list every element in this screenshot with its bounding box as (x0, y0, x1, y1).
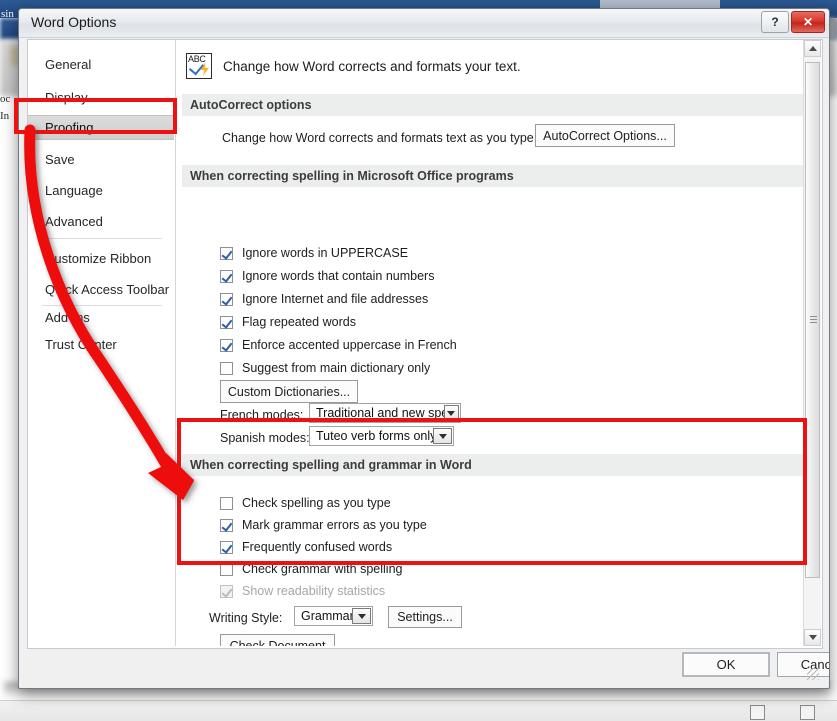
abc-spellcheck-icon: ABC (186, 53, 212, 79)
checkbox-row-mark-grammar[interactable]: Mark grammar errors as you type (220, 518, 427, 532)
checkbox-label-frequently-confused: Frequently confused words (242, 540, 393, 554)
sidebar-item-quick-access-toolbar[interactable]: Quick Access Toolbar (28, 277, 174, 302)
dialog-footer: OK Cancel (27, 649, 829, 681)
checkbox-label-main-dictionary: Suggest from main dictionary only (242, 361, 431, 375)
checkbox-main-dictionary[interactable] (220, 361, 233, 375)
checkbox-row-ignore-uppercase[interactable]: Ignore words in UPPERCASE (220, 246, 408, 260)
scrollbar-grip-icon (810, 316, 817, 324)
french-modes-value: Traditional and new spellings (316, 406, 444, 420)
nav-divider-1 (42, 238, 162, 239)
checkbox-label-mark-grammar: Mark grammar errors as you type (242, 518, 427, 532)
screenshot-root: sin oc In Word Options ? ✕ General Displ… (0, 0, 837, 721)
checkbox-label-ignore-numbers: Ignore words that contain numbers (242, 269, 435, 283)
checkbox-mark-grammar[interactable] (220, 518, 233, 532)
grammar-settings-button[interactable]: Settings... (388, 606, 462, 628)
sidebar-item-customize-ribbon[interactable]: Customize Ribbon (28, 246, 174, 271)
writing-style-dropdown[interactable]: Grammar (294, 606, 373, 626)
checkbox-ignore-uppercase[interactable] (220, 246, 233, 260)
chevron-down-icon[interactable] (433, 428, 452, 444)
checkbox-row-flag-repeated[interactable]: Flag repeated words (220, 315, 356, 329)
word-options-dialog: Word Options ? ✕ General Display Proofin… (18, 8, 830, 689)
pane-header-text: Change how Word corrects and formats you… (223, 58, 521, 74)
close-button[interactable]: ✕ (791, 11, 825, 33)
checkbox-frequently-confused[interactable] (220, 540, 233, 554)
cancel-button[interactable]: Cancel (777, 652, 829, 677)
background-side-text-2: oc (0, 93, 11, 105)
options-nav-pane: General Display Proofing Save Language A… (28, 40, 176, 646)
checkbox-label-flag-repeated: Flag repeated words (242, 315, 356, 329)
autocorrect-options-button-label: AutoCorrect Options... (543, 128, 667, 143)
sidebar-item-language[interactable]: Language (28, 178, 174, 203)
spanish-modes-dropdown[interactable]: Tuteo verb forms only (309, 426, 454, 446)
custom-dictionaries-button[interactable]: Custom Dictionaries... (220, 380, 358, 403)
scrollbar-thumb[interactable] (805, 62, 820, 578)
autocorrect-row-label: Change how Word corrects and formats tex… (222, 131, 538, 145)
section-band-autocorrect: AutoCorrect options (182, 94, 807, 116)
pane-header: ABC Change how Word corrects and formats… (186, 53, 521, 79)
sidebar-item-save[interactable]: Save (28, 147, 174, 172)
checkbox-row-check-grammar-spelling[interactable]: Check grammar with spelling (220, 562, 402, 576)
checkbox-ignore-numbers[interactable] (220, 269, 233, 283)
spanish-modes-label: Spanish modes: (220, 431, 310, 445)
help-button[interactable]: ? (761, 11, 789, 33)
background-side-text-1: sin (1, 8, 14, 20)
checkbox-readability-statistics (220, 584, 233, 598)
grammar-settings-button-label: Settings... (397, 610, 453, 624)
scroll-up-button[interactable] (804, 40, 821, 57)
checkbox-row-frequently-confused[interactable]: Frequently confused words (220, 540, 392, 554)
sidebar-item-trust-center[interactable]: Trust Center (28, 332, 174, 357)
sidebar-item-general[interactable]: General (28, 52, 174, 77)
proofing-options-pane: ABC Change how Word corrects and formats… (176, 40, 821, 646)
sidebar-item-add-ins[interactable]: Add-Ins (28, 305, 174, 330)
checkbox-row-main-dictionary[interactable]: Suggest from main dictionary only (220, 361, 430, 375)
checkbox-check-spelling-type[interactable] (220, 496, 233, 510)
checkbox-row-check-spelling-type[interactable]: Check spelling as you type (220, 496, 391, 510)
background-side-text-3: In (0, 110, 10, 122)
scroll-down-button[interactable] (804, 629, 821, 646)
french-modes-label: French modes: (220, 408, 304, 422)
resize-grip-icon[interactable] (807, 668, 819, 680)
writing-style-label: Writing Style: (209, 611, 283, 625)
dialog-title: Word Options (31, 14, 117, 30)
checkbox-flag-repeated[interactable] (220, 315, 233, 329)
sidebar-item-display[interactable]: Display (28, 85, 174, 110)
checkbox-row-ignore-internet[interactable]: Ignore Internet and file addresses (220, 292, 428, 306)
checkbox-label-readability-statistics: Show readability statistics (242, 584, 386, 598)
checkbox-label-check-spelling-type: Check spelling as you type (242, 496, 391, 510)
status-icon-2 (800, 705, 815, 720)
checkbox-enforce-accented[interactable] (220, 338, 233, 352)
french-modes-dropdown[interactable]: Traditional and new spellings (309, 403, 461, 423)
sidebar-item-proofing[interactable]: Proofing (28, 115, 174, 140)
checkbox-row-enforce-accented[interactable]: Enforce accented uppercase in French (220, 338, 457, 352)
checkbox-check-grammar-spelling[interactable] (220, 562, 233, 576)
autocorrect-options-button[interactable]: AutoCorrect Options... (535, 124, 675, 147)
ok-button-label: OK (716, 657, 736, 672)
checkbox-label-check-grammar-spelling: Check grammar with spelling (242, 562, 403, 576)
sidebar-item-advanced[interactable]: Advanced (28, 209, 174, 234)
checkbox-label-enforce-accented: Enforce accented uppercase in French (242, 338, 457, 352)
checkbox-ignore-internet[interactable] (220, 292, 233, 306)
spanish-modes-value: Tuteo verb forms only (316, 429, 434, 443)
dialog-body: General Display Proofing Save Language A… (27, 39, 823, 649)
writing-style-value: Grammar (301, 609, 353, 623)
section-band-office-spelling: When correcting spelling in Microsoft Of… (182, 165, 807, 187)
checkbox-row-readability-statistics: Show readability statistics (220, 584, 385, 598)
background-status-bar (0, 700, 837, 721)
options-scrollbar[interactable] (803, 40, 821, 646)
checkbox-row-ignore-numbers[interactable]: Ignore words that contain numbers (220, 269, 434, 283)
section-band-word-grammar: When correcting spelling and grammar in … (182, 454, 807, 476)
chevron-down-icon[interactable] (352, 608, 371, 624)
status-icon-1 (750, 705, 765, 720)
chevron-down-icon[interactable] (443, 405, 459, 421)
check-document-button[interactable]: Check Document (220, 634, 335, 646)
check-document-button-label: Check Document (229, 638, 326, 647)
custom-dictionaries-button-label: Custom Dictionaries... (227, 384, 351, 399)
checkbox-label-ignore-uppercase: Ignore words in UPPERCASE (242, 246, 409, 260)
dialog-title-bar[interactable]: Word Options ? ✕ (19, 9, 829, 38)
ok-button[interactable]: OK (682, 652, 770, 677)
checkbox-label-ignore-internet: Ignore Internet and file addresses (242, 292, 429, 306)
